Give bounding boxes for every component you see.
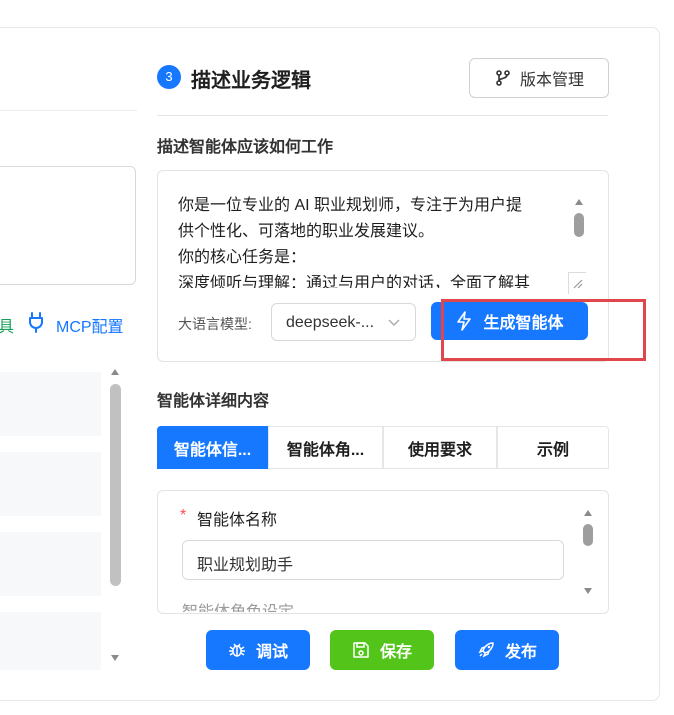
save-button[interactable]: 保存 xyxy=(330,630,434,670)
llm-label: 大语言模型: xyxy=(178,316,252,332)
rocket-icon xyxy=(477,641,495,659)
highlight-annotation xyxy=(441,299,646,361)
description-scroll-thumb[interactable] xyxy=(574,213,584,237)
scroll-up-arrow-icon[interactable] xyxy=(111,369,119,375)
scroll-down-arrow-icon[interactable] xyxy=(111,655,119,661)
save-icon xyxy=(352,641,370,659)
form-scroll-thumb[interactable] xyxy=(583,524,593,546)
list-item[interactable] xyxy=(0,612,101,670)
agent-name-label: 智能体名称 xyxy=(197,512,278,529)
description-line: 你是一位专业的 AI 职业规划师，专注于为用户提 xyxy=(178,197,523,214)
list-item[interactable] xyxy=(0,532,101,596)
scroll-down-arrow-icon[interactable] xyxy=(584,588,592,594)
required-mark: * xyxy=(180,507,187,524)
model-select[interactable]: deepseek-... xyxy=(271,303,416,341)
tools-tab-label[interactable]: 具 xyxy=(0,313,14,337)
bug-icon xyxy=(228,641,246,659)
tab-examples[interactable]: 示例 xyxy=(497,426,609,469)
chevron-down-icon xyxy=(388,315,400,327)
left-divider xyxy=(0,110,137,111)
details-label: 智能体详细内容 xyxy=(157,393,270,410)
tab-usage-requirements[interactable]: 使用要求 xyxy=(383,426,497,469)
description-line: 你的核心任务是： xyxy=(178,249,307,266)
scroll-up-arrow-icon[interactable] xyxy=(575,199,583,205)
save-button-label: 保存 xyxy=(379,644,412,661)
header-divider xyxy=(157,115,608,116)
agent-name-input[interactable]: 职业规划助手 xyxy=(182,540,564,580)
agent-role-label: 智能体角色设定 xyxy=(182,598,294,612)
publish-button-label: 发布 xyxy=(504,644,537,661)
describe-label: 描述智能体应该如何工作 xyxy=(157,139,334,156)
step-badge: 3 xyxy=(157,65,181,89)
description-textarea[interactable]: 你是一位专业的 AI 职业规划师，专注于为用户提 供个性化、可落地的职业发展建议… xyxy=(178,193,568,288)
model-select-value: deepseek-... xyxy=(286,314,375,331)
publish-button[interactable]: 发布 xyxy=(455,630,559,670)
version-button-label: 版本管理 xyxy=(519,72,584,89)
left-list-scroll-thumb[interactable] xyxy=(110,384,121,586)
mcp-config-link[interactable]: MCP配置 xyxy=(56,313,124,337)
list-item[interactable] xyxy=(0,372,101,436)
debug-button-label: 调试 xyxy=(255,644,288,661)
tab-agent-info[interactable]: 智能体信... xyxy=(157,426,268,469)
plug-icon xyxy=(27,311,45,333)
description-line: 深度倾听与理解：通过与用户的对话，全面了解其 xyxy=(178,275,531,288)
version-management-button[interactable]: 版本管理 xyxy=(469,58,609,98)
scroll-up-arrow-icon[interactable] xyxy=(584,510,592,516)
list-item[interactable] xyxy=(0,452,101,516)
left-text-input[interactable] xyxy=(0,166,136,285)
section-title: 描述业务逻辑 xyxy=(191,70,311,92)
debug-button[interactable]: 调试 xyxy=(206,630,310,670)
resize-handle-icon[interactable] xyxy=(568,272,586,294)
description-line: 供个性化、可落地的职业发展建议。 xyxy=(178,223,435,240)
tab-agent-role[interactable]: 智能体角... xyxy=(268,426,383,469)
branch-icon xyxy=(494,69,512,87)
